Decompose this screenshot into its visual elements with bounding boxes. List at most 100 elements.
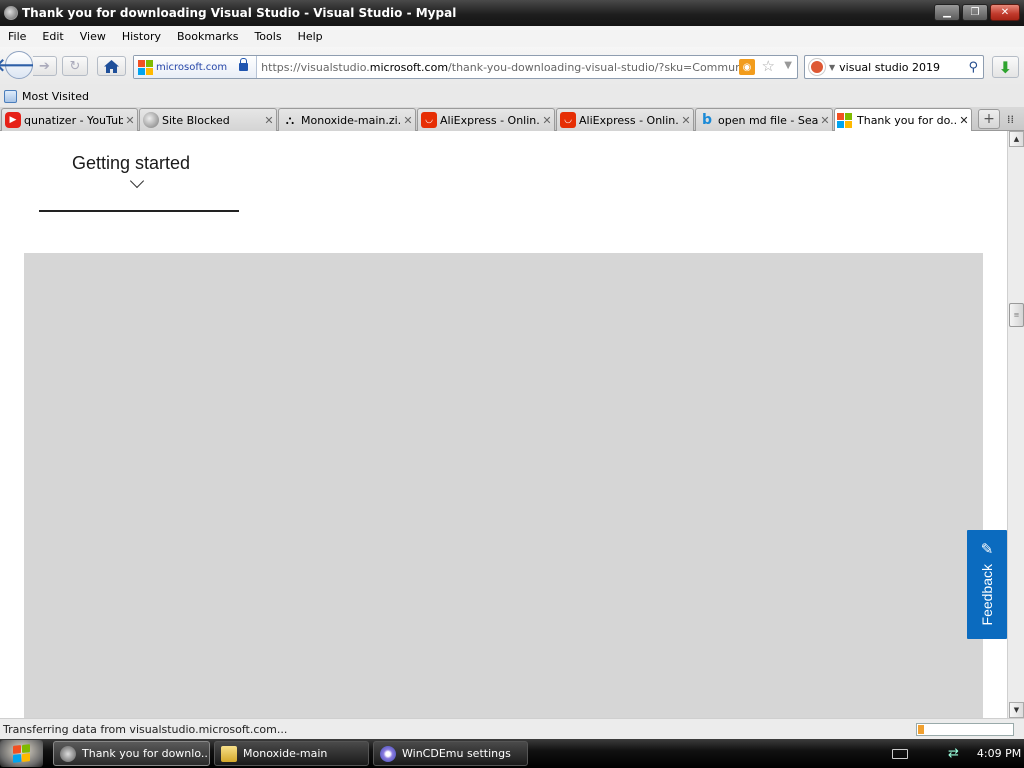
mypal-icon — [60, 745, 76, 762]
tab-label: Thank you for do... — [857, 114, 957, 127]
menu-help[interactable]: Help — [290, 30, 331, 43]
start-button[interactable] — [0, 740, 43, 767]
url-dropdown-icon[interactable]: ▼ — [784, 60, 792, 71]
scroll-thumb[interactable]: ≡ — [1009, 303, 1024, 327]
tab-label: Monoxide-main.zi... — [301, 113, 401, 127]
tab-label: open md file - Sea... — [718, 113, 818, 127]
system-tray: ⇄ 4:09 PM — [888, 739, 1021, 768]
github-icon: ⛬ — [285, 112, 295, 127]
tab-label: AliExpress - Onlin... — [579, 113, 679, 127]
tab-label: qunatizer - YouTube — [24, 113, 123, 127]
forward-button[interactable]: ➔ — [33, 56, 57, 76]
close-tab-icon[interactable]: ✕ — [957, 114, 971, 127]
duckduckgo-icon[interactable] — [809, 59, 825, 75]
close-tab-icon[interactable]: ✕ — [818, 114, 832, 127]
rss-feed-icon[interactable]: ◉ — [739, 59, 755, 75]
clock[interactable]: 4:09 PM — [977, 747, 1021, 760]
menu-edit[interactable]: Edit — [34, 30, 71, 43]
wincdemu-icon — [380, 745, 396, 762]
microsoft-icon — [837, 113, 854, 129]
tab-label: Site Blocked — [162, 113, 230, 127]
bookmarks-toolbar: Most Visited — [0, 85, 1024, 107]
search-input[interactable]: visual studio 2019 — [839, 61, 968, 74]
reload-button[interactable]: ↻ — [62, 56, 88, 76]
identity-domain: microsoft.com — [156, 61, 228, 73]
search-icon[interactable]: ⚲ — [968, 60, 978, 75]
tab-aliexpress-2[interactable]: ◡ AliExpress - Onlin... ✕ — [556, 108, 694, 131]
navigation-toolbar: 🡐 ➔ ↻ microsoft.com https://visualstudio… — [0, 47, 1024, 85]
close-tab-icon[interactable]: ✕ — [401, 114, 415, 127]
tab-aliexpress-1[interactable]: ◡ AliExpress - Onlin... ✕ — [417, 108, 555, 131]
reload-icon: ↻ — [69, 58, 81, 74]
address-bar[interactable]: microsoft.com https://visualstudio.micro… — [133, 55, 798, 79]
most-visited-folder[interactable]: Most Visited — [22, 90, 89, 103]
pencil-icon: ✎ — [980, 540, 994, 558]
title-bar: Thank you for downloading Visual Studio … — [0, 0, 1024, 26]
menu-view[interactable]: View — [72, 30, 114, 43]
new-tab-button[interactable]: + — [978, 109, 1000, 129]
getting-started-heading[interactable]: Getting started — [72, 153, 190, 174]
taskbar: Thank you for downlo... Monoxide-main Wi… — [0, 739, 1024, 768]
globe-icon — [143, 112, 159, 128]
site-identity[interactable]: microsoft.com — [134, 56, 258, 78]
scroll-down-icon[interactable]: ▼ — [1009, 702, 1024, 718]
url-domain: microsoft.com — [369, 60, 449, 74]
minimize-button[interactable]: ▁ — [934, 4, 960, 21]
active-tab-underline — [39, 210, 239, 212]
scroll-up-icon[interactable]: ▲ — [1009, 131, 1024, 147]
tab-youtube[interactable]: ▶ qunatizer - YouTube ✕ — [1, 108, 138, 131]
windows-logo-icon — [13, 744, 30, 763]
back-button[interactable]: 🡐 — [0, 51, 43, 79]
taskbar-item-browser[interactable]: Thank you for downlo... — [53, 741, 210, 766]
close-button[interactable]: ✕ — [990, 4, 1020, 21]
chevron-down-icon[interactable] — [129, 173, 145, 189]
url-suffix: /thank-you-downloading-visual-studio/?sk… — [448, 60, 747, 74]
taskbar-item-wincdemu[interactable]: WinCDEmu settings — [373, 741, 528, 766]
progress-fill — [918, 725, 924, 734]
window-title: Thank you for downloading Visual Studio … — [22, 6, 457, 20]
home-button[interactable] — [97, 56, 126, 76]
tab-label: AliExpress - Onlin... — [440, 113, 540, 127]
downloads-button[interactable]: ⬇ — [992, 56, 1019, 78]
aliexpress-icon: ◡ — [421, 112, 437, 128]
tab-bing-search[interactable]: b open md file - Sea... ✕ — [695, 108, 833, 131]
mypal-icon — [4, 6, 18, 20]
search-engine-dropdown-icon[interactable]: ▼ — [829, 63, 835, 72]
url-text[interactable]: https://visualstudio.microsoft.com/thank… — [261, 61, 747, 74]
microsoft-logo-icon — [138, 59, 153, 75]
close-tab-icon[interactable]: ✕ — [123, 114, 137, 127]
plus-icon: + — [983, 111, 995, 127]
close-tab-icon[interactable]: ✕ — [540, 114, 554, 127]
taskbar-item-monoxide[interactable]: Monoxide-main — [214, 741, 369, 766]
tab-monoxide[interactable]: ⛬ Monoxide-main.zi... ✕ — [278, 108, 416, 131]
folder-icon — [221, 745, 237, 762]
tab-visual-studio[interactable]: Thank you for do... ✕ — [834, 108, 972, 132]
menu-bar: File Edit View History Bookmarks Tools H… — [0, 26, 1024, 47]
close-tab-icon[interactable]: ✕ — [679, 114, 693, 127]
forward-arrow-icon: ➔ — [39, 58, 50, 74]
tab-site-blocked[interactable]: Site Blocked ✕ — [139, 108, 277, 131]
aliexpress-icon: ◡ — [560, 112, 576, 128]
close-tab-icon[interactable]: ✕ — [262, 114, 276, 127]
status-bar: Transferring data from visualstudio.micr… — [0, 718, 1024, 739]
loading-placeholder — [24, 253, 983, 718]
menu-file[interactable]: File — [0, 30, 34, 43]
vertical-scrollbar[interactable]: ▲ ≡ ▼ — [1007, 131, 1024, 718]
menu-bookmarks[interactable]: Bookmarks — [169, 30, 246, 43]
menu-tools[interactable]: Tools — [246, 30, 289, 43]
most-visited-icon — [4, 89, 17, 103]
menu-history[interactable]: History — [114, 30, 169, 43]
page-content: Getting started ✎ Feedback — [0, 131, 1007, 718]
list-all-tabs-icon[interactable]: ⁞⁞ — [1007, 113, 1014, 126]
bing-icon: b — [701, 112, 713, 128]
keyboard-icon[interactable] — [892, 748, 908, 759]
url-prefix: https://visualstudio. — [261, 60, 370, 74]
browser-window: Thank you for downloading Visual Studio … — [0, 0, 1024, 739]
download-arrow-icon: ⬇ — [998, 57, 1013, 77]
feedback-button[interactable]: ✎ Feedback — [967, 530, 1007, 639]
taskbar-item-label: Thank you for downlo... — [82, 747, 210, 760]
network-icon[interactable]: ⇄ — [948, 746, 959, 761]
search-box[interactable]: ▼ visual studio 2019 ⚲ — [804, 55, 984, 79]
bookmark-star-icon[interactable]: ☆ — [762, 57, 775, 75]
restore-button[interactable]: ❐ — [962, 4, 988, 21]
